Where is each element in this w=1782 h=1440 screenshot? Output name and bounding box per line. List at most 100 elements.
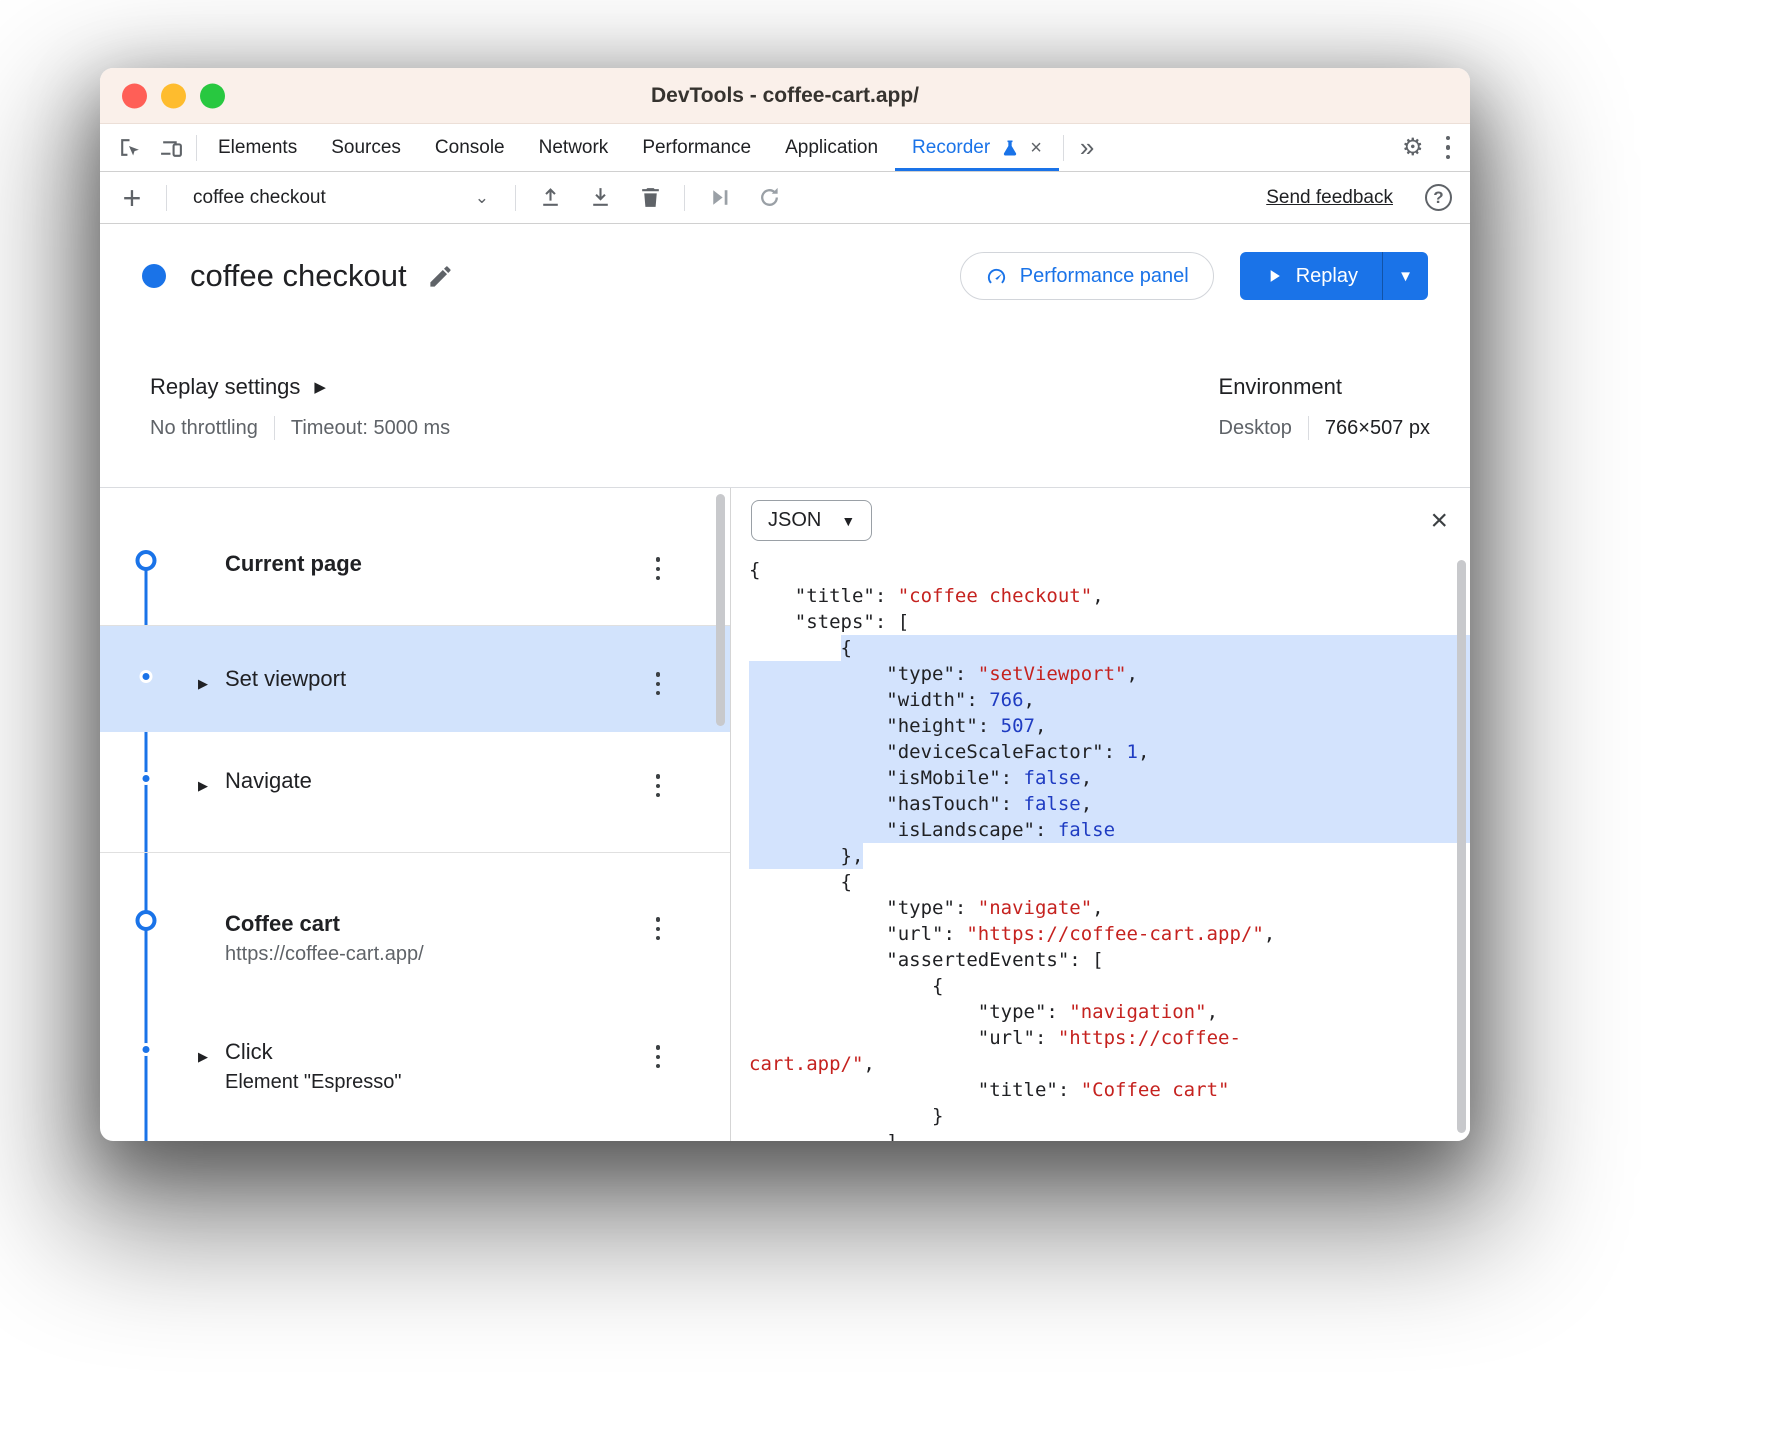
code-line: }, xyxy=(749,843,1470,869)
settings-row: Replay settings ▶ No throttling Timeout:… xyxy=(100,328,1470,488)
step-navigate[interactable]: ▶ Navigate xyxy=(100,732,730,852)
header-actions: Performance panel Replay ▼ xyxy=(960,252,1428,300)
environment-values: Desktop 766×507 px xyxy=(1219,416,1430,440)
code-line: "width": 766, xyxy=(749,687,1470,713)
settings-gear-icon[interactable]: ⚙ xyxy=(1390,133,1436,162)
tab-performance[interactable]: Performance xyxy=(625,124,768,171)
code-line: "title": "coffee checkout", xyxy=(749,583,1470,609)
delete-recording-icon[interactable] xyxy=(630,180,670,216)
send-feedback-link[interactable]: Send feedback xyxy=(1266,187,1393,209)
dropdown-arrow-icon: ▼ xyxy=(841,513,855,529)
tab-label: Console xyxy=(435,137,505,159)
tab-label: Recorder xyxy=(912,137,990,159)
tabbar-right-controls: ⚙ xyxy=(1390,124,1470,171)
export-recording-icon[interactable] xyxy=(530,180,570,216)
performance-panel-label: Performance panel xyxy=(1020,265,1189,288)
step-over-icon[interactable] xyxy=(699,180,739,216)
replay-label: Replay xyxy=(1296,265,1358,288)
code-line: { xyxy=(749,557,1470,583)
disclosure-triangle-icon[interactable]: ▶ xyxy=(198,1042,208,1072)
replay-settings-block: Replay settings ▶ No throttling Timeout:… xyxy=(150,374,450,487)
step-set-viewport[interactable]: ▶ Set viewport xyxy=(100,626,730,732)
device-toolbar-icon[interactable] xyxy=(150,124,192,171)
replay-button[interactable]: Replay xyxy=(1240,252,1382,300)
replay-options-dropdown[interactable]: ▼ xyxy=(1382,252,1428,300)
step-menu-icon[interactable] xyxy=(650,770,667,802)
step-marker-icon xyxy=(140,670,153,683)
tab-application[interactable]: Application xyxy=(768,124,895,171)
retry-icon[interactable] xyxy=(749,180,789,216)
tab-elements[interactable]: Elements xyxy=(201,124,314,171)
replay-split-button: Replay ▼ xyxy=(1240,252,1428,300)
disclosure-triangle-icon[interactable]: ▶ xyxy=(198,669,208,699)
code-line: { xyxy=(749,869,1470,895)
code-line: "type": "navigation", xyxy=(749,999,1470,1025)
code-line: "url": "https://coffee-cart.app/", xyxy=(749,921,1470,947)
replay-settings-values: No throttling Timeout: 5000 ms xyxy=(150,416,450,440)
step-coffee-cart[interactable]: Coffee cart https://coffee-cart.app/ xyxy=(100,853,730,1011)
close-window-button[interactable] xyxy=(122,83,147,108)
code-line: "hasTouch": false, xyxy=(749,791,1470,817)
step-marker-icon xyxy=(140,772,153,785)
play-icon xyxy=(1264,266,1284,286)
edit-title-icon[interactable] xyxy=(427,263,454,290)
code-line: "height": 507, xyxy=(749,713,1470,739)
tab-recorder[interactable]: Recorder × xyxy=(895,124,1059,171)
tab-label: Application xyxy=(785,137,878,159)
toolbar-separator xyxy=(515,185,516,211)
more-tabs-icon[interactable]: » xyxy=(1068,124,1106,171)
recording-header: coffee checkout Performance panel Replay… xyxy=(100,224,1470,328)
step-menu-icon[interactable] xyxy=(650,913,667,945)
tab-label: Network xyxy=(539,137,609,159)
replay-settings-toggle[interactable]: Replay settings ▶ xyxy=(150,374,450,400)
import-recording-icon[interactable] xyxy=(580,180,620,216)
performance-panel-button[interactable]: Performance panel xyxy=(960,252,1214,300)
code-line: "url": "https://coffee- xyxy=(749,1025,1470,1051)
tab-label: Sources xyxy=(331,137,401,159)
step-menu-icon[interactable] xyxy=(650,553,667,585)
experiment-flask-icon xyxy=(1000,138,1020,158)
json-scrollbar[interactable] xyxy=(1457,560,1466,1133)
minimize-window-button[interactable] xyxy=(161,83,186,108)
devtools-menu-icon[interactable] xyxy=(1436,127,1461,168)
code-line: "type": "navigate", xyxy=(749,895,1470,921)
tab-network[interactable]: Network xyxy=(522,124,626,171)
help-icon[interactable]: ? xyxy=(1425,184,1452,211)
step-title: Click xyxy=(225,1039,273,1064)
step-title: Current page xyxy=(225,551,362,576)
close-tab-icon[interactable]: × xyxy=(1030,138,1042,158)
window-title: DevTools - coffee-cart.app/ xyxy=(651,84,919,108)
code-line: "isLandscape": false xyxy=(749,817,1470,843)
tab-label: Elements xyxy=(218,137,297,159)
code-line: ] xyxy=(749,1129,1470,1141)
chevron-down-icon: ⌄ xyxy=(475,188,489,208)
step-subtitle: Element "Espresso" xyxy=(225,1067,650,1097)
devtools-window: DevTools - coffee-cart.app/ Elements Sou… xyxy=(100,68,1470,1141)
throttling-value: No throttling xyxy=(150,417,258,440)
add-recording-button[interactable]: + xyxy=(112,182,152,214)
zoom-window-button[interactable] xyxy=(200,83,225,108)
steps-scrollbar[interactable] xyxy=(716,494,725,726)
recording-title: coffee checkout xyxy=(190,258,407,294)
json-code[interactable]: { "title": "coffee checkout", "steps": [… xyxy=(731,557,1470,1141)
json-panel-header: JSON ▼ × xyxy=(731,488,1470,541)
recording-select[interactable]: coffee checkout ⌄ xyxy=(181,181,501,215)
timeout-value: Timeout: 5000 ms xyxy=(291,417,450,440)
environment-label: Environment xyxy=(1219,374,1430,400)
step-click[interactable]: ▶ Click Element "Espresso" xyxy=(100,1011,730,1141)
step-menu-icon[interactable] xyxy=(650,1041,667,1073)
close-json-panel-icon[interactable]: × xyxy=(1430,506,1448,536)
step-subtitle: https://coffee-cart.app/ xyxy=(225,939,650,969)
recording-dot-icon xyxy=(142,264,166,288)
tab-console[interactable]: Console xyxy=(418,124,522,171)
code-line: } xyxy=(749,1103,1470,1129)
step-current-page[interactable]: Current page xyxy=(100,507,730,625)
disclosure-triangle-icon[interactable]: ▶ xyxy=(198,771,208,801)
gauge-icon xyxy=(985,265,1008,288)
step-marker-icon xyxy=(136,910,157,931)
tab-sources[interactable]: Sources xyxy=(314,124,418,171)
step-menu-icon[interactable] xyxy=(650,668,667,700)
code-line: { xyxy=(749,635,1470,661)
format-select[interactable]: JSON ▼ xyxy=(751,500,872,541)
inspect-element-icon[interactable] xyxy=(108,124,150,171)
